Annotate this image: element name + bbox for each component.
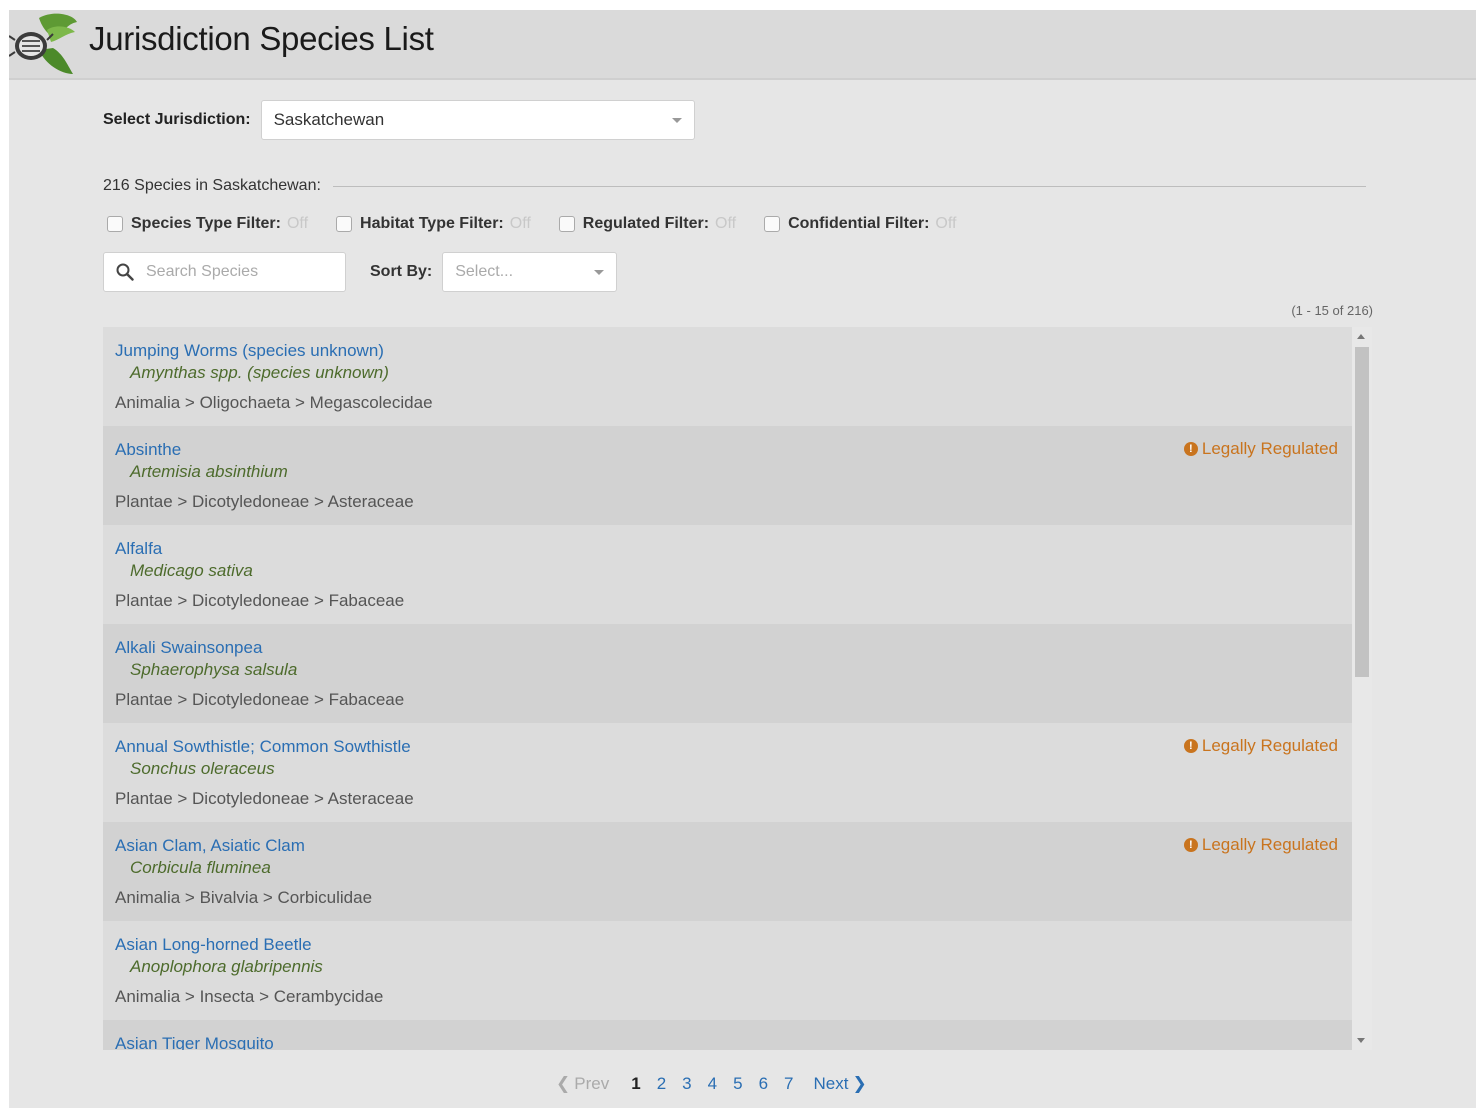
filter-label: Habitat Type Filter: — [360, 215, 504, 232]
next-page-button[interactable]: Next ❯ — [814, 1074, 871, 1094]
jurisdiction-label: Select Jurisdiction: — [103, 111, 251, 128]
exclamation-circle-icon: ! — [1183, 442, 1198, 456]
species-common-name-link[interactable]: Asian Tiger Mosquito — [115, 1033, 1340, 1050]
species-common-name-link[interactable]: Alfalfa — [115, 538, 1340, 560]
sort-placeholder: Select... — [455, 263, 514, 280]
jurisdiction-row: Select Jurisdiction: Saskatchewan — [103, 100, 695, 140]
filter-label: Confidential Filter: — [788, 215, 930, 232]
list-item: Alfalfa Medicago sativa Plantae > Dicoty… — [103, 525, 1352, 624]
search-input[interactable] — [146, 263, 336, 281]
species-scientific-name: Sphaerophysa salsula — [130, 660, 298, 679]
scroll-thumb[interactable] — [1355, 347, 1369, 677]
prev-label: Prev — [574, 1074, 610, 1093]
species-scientific-name: Anoplophora glabripennis — [130, 957, 323, 976]
jurisdiction-select[interactable]: Saskatchewan — [260, 100, 695, 140]
page-link-3[interactable]: 3 — [682, 1074, 691, 1094]
dropdown-caret-icon — [594, 270, 605, 275]
pagination: ❮ Prev 1 2 3 4 5 6 7 Next ❯ — [552, 1072, 871, 1096]
list-scrollbar[interactable] — [1352, 327, 1372, 1050]
species-type-filter-checkbox[interactable] — [107, 216, 123, 232]
prev-page-button[interactable]: ❮ Prev — [552, 1074, 609, 1094]
sort-label: Sort By: — [370, 263, 433, 280]
sort-select[interactable]: Select... — [442, 252, 618, 292]
regulated-label: Legally Regulated — [1201, 439, 1338, 458]
page-link-5[interactable]: 5 — [733, 1074, 742, 1094]
species-taxonomy: Animalia > Insecta > Cerambycidae — [115, 987, 384, 1006]
species-scientific-name: Sonchus oleraceus — [130, 759, 275, 778]
page-link-4[interactable]: 4 — [708, 1074, 717, 1094]
species-common-name-link[interactable]: Asian Clam, Asiatic Clam — [115, 835, 1340, 857]
list-item: Asian Clam, Asiatic Clam Corbicula flumi… — [103, 822, 1352, 921]
species-taxonomy: Animalia > Oligochaeta > Megascolecidae — [115, 393, 433, 412]
species-taxonomy: Plantae > Dicotyledoneae > Fabaceae — [115, 690, 405, 709]
regulated-badge: ! Legally Regulated — [1183, 736, 1338, 756]
page-link-6[interactable]: 6 — [759, 1074, 768, 1094]
app-frame: Jurisdiction Species List Select Jurisdi… — [9, 10, 1476, 1108]
confidential-filter-checkbox[interactable] — [764, 216, 781, 232]
list-item: Annual Sowthistle; Common Sowthistle Son… — [103, 723, 1352, 822]
species-taxonomy: Plantae > Dicotyledoneae > Asteraceae — [115, 789, 414, 808]
species-list: Jumping Worms (species unknown) Amynthas… — [103, 327, 1352, 1050]
search-box[interactable] — [103, 252, 346, 292]
jurisdiction-value: Saskatchewan — [273, 110, 385, 129]
chevron-right-icon: ❯ — [852, 1074, 867, 1093]
species-taxonomy: Plantae > Dicotyledoneae > Asteraceae — [115, 492, 414, 511]
species-count-row: 216 Species in Saskatchewan: — [103, 174, 1366, 198]
regulated-filter[interactable]: Regulated Filter: Off — [558, 215, 737, 233]
divider — [332, 185, 1366, 187]
result-range: (1 - 15 of 216) — [1291, 303, 1373, 318]
confidential-filter[interactable]: Confidential Filter: Off — [764, 215, 956, 233]
search-sort-row: Sort By: Select... — [103, 252, 618, 292]
dropdown-caret-icon — [671, 118, 682, 123]
filter-state: Off — [935, 215, 957, 232]
page-link-2[interactable]: 2 — [657, 1074, 666, 1094]
page-link-1[interactable]: 1 — [631, 1074, 640, 1094]
species-scientific-name: Artemisia absinthium — [130, 462, 288, 481]
species-common-name-link[interactable]: Absinthe — [115, 439, 1340, 461]
species-common-name-link[interactable]: Asian Long-horned Beetle — [115, 934, 1340, 956]
leaf-bug-logo — [9, 13, 77, 74]
list-item: Jumping Worms (species unknown) Amynthas… — [103, 327, 1352, 426]
regulated-label: Legally Regulated — [1201, 835, 1338, 854]
species-count: 216 Species in Saskatchewan: — [103, 177, 321, 194]
scroll-down-arrow-icon[interactable] — [1357, 1038, 1365, 1043]
species-common-name-link[interactable]: Annual Sowthistle; Common Sowthistle — [115, 736, 1340, 758]
page-title: Jurisdiction Species List — [89, 20, 434, 57]
filter-label: Species Type Filter: — [131, 215, 281, 232]
habitat-type-filter[interactable]: Habitat Type Filter: Off — [336, 215, 531, 233]
page-header: Jurisdiction Species List — [9, 10, 1476, 80]
filter-state: Off — [509, 215, 531, 232]
filter-bar: Species Type Filter: Off Habitat Type Fi… — [107, 212, 984, 236]
regulated-label: Legally Regulated — [1201, 736, 1338, 755]
species-common-name-link[interactable]: Alkali Swainsonpea — [115, 637, 1340, 659]
habitat-type-filter-checkbox[interactable] — [336, 216, 353, 232]
chevron-left-icon: ❮ — [556, 1074, 571, 1093]
page-link-7[interactable]: 7 — [784, 1074, 793, 1094]
exclamation-circle-icon: ! — [1183, 838, 1198, 852]
species-taxonomy: Plantae > Dicotyledoneae > Fabaceae — [115, 591, 405, 610]
filter-label: Regulated Filter: — [582, 215, 710, 232]
species-scientific-name: Amynthas spp. (species unknown) — [130, 363, 389, 382]
list-item: Alkali Swainsonpea Sphaerophysa salsula … — [103, 624, 1352, 723]
species-common-name-link[interactable]: Jumping Worms (species unknown) — [115, 340, 1340, 362]
species-taxonomy: Animalia > Bivalvia > Corbiculidae — [115, 888, 373, 907]
next-label: Next — [813, 1074, 849, 1093]
regulated-badge: ! Legally Regulated — [1183, 439, 1338, 459]
search-icon — [116, 263, 134, 281]
species-scientific-name: Medicago sativa — [130, 561, 253, 580]
list-item: Asian Tiger Mosquito — [103, 1020, 1352, 1050]
scroll-up-arrow-icon[interactable] — [1357, 334, 1365, 339]
exclamation-circle-icon: ! — [1183, 739, 1198, 753]
species-scientific-name: Corbicula fluminea — [130, 858, 271, 877]
species-type-filter[interactable]: Species Type Filter: Off — [107, 215, 308, 233]
regulated-filter-checkbox[interactable] — [558, 216, 575, 232]
filter-state: Off — [715, 215, 737, 232]
list-item: Absinthe Artemisia absinthium Plantae > … — [103, 426, 1352, 525]
filter-state: Off — [286, 215, 309, 232]
list-item: Asian Long-horned Beetle Anoplophora gla… — [103, 921, 1352, 1020]
regulated-badge: ! Legally Regulated — [1183, 835, 1338, 855]
